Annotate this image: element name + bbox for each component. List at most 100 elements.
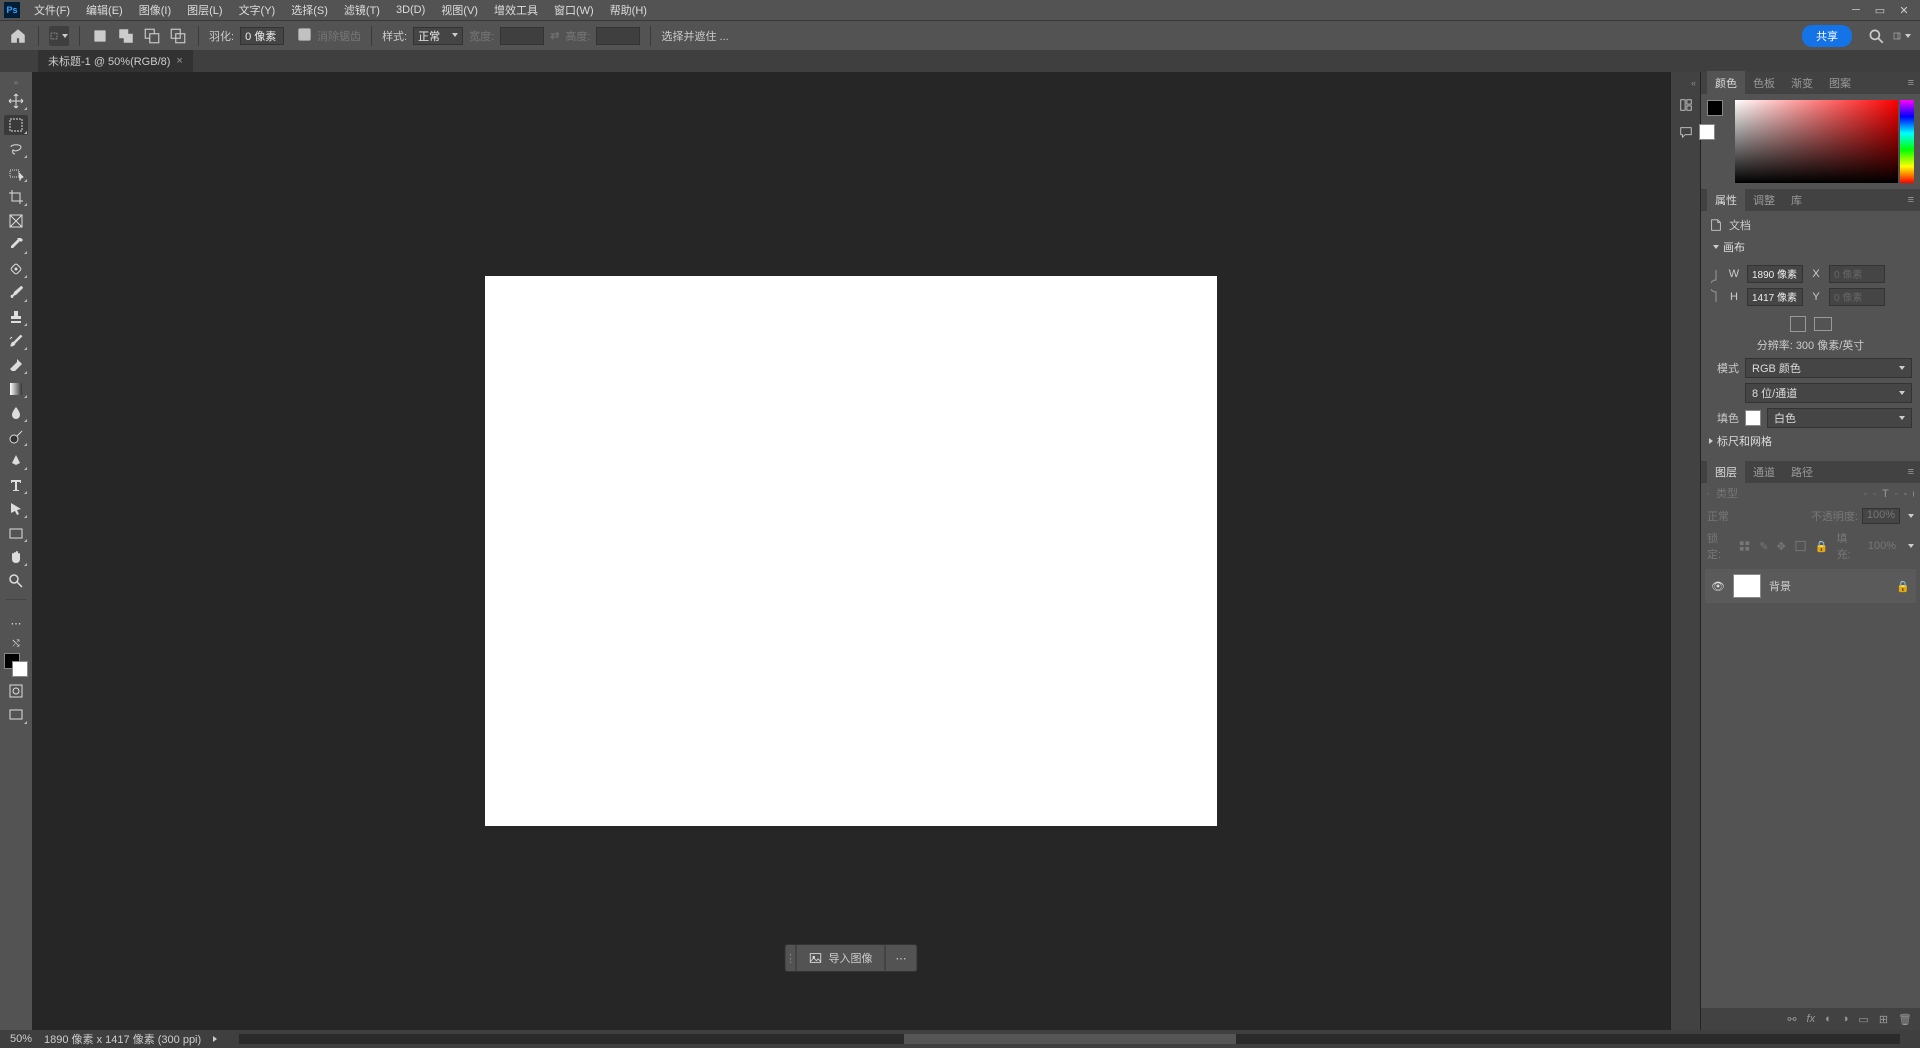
selection-add-icon[interactable] (116, 26, 136, 46)
eyedropper-tool[interactable] (4, 235, 28, 255)
expand-panels-icon[interactable]: « (1691, 78, 1696, 88)
pen-tool[interactable] (4, 451, 28, 471)
import-image-button[interactable]: 导入图像 (796, 945, 886, 971)
crop-tool[interactable] (4, 187, 28, 207)
home-icon[interactable] (8, 26, 28, 46)
quick-select-tool[interactable] (4, 163, 28, 183)
dodge-tool[interactable] (4, 427, 28, 447)
visibility-icon[interactable]: 👁 (1711, 580, 1725, 593)
background-swatch[interactable] (1699, 124, 1715, 140)
hue-slider[interactable] (1900, 100, 1914, 183)
filter-toggle-icon[interactable] (1913, 491, 1914, 497)
lock-icon[interactable]: 🔒 (1896, 580, 1910, 593)
drag-grip-icon[interactable]: ⋮ (786, 945, 796, 971)
quick-mask-icon[interactable] (4, 681, 28, 701)
foreground-swatch[interactable] (1707, 100, 1723, 116)
minimize-button[interactable]: ─ (1844, 4, 1868, 16)
eraser-tool[interactable] (4, 355, 28, 375)
gradient-tool[interactable] (4, 379, 28, 399)
lock-artboard-icon[interactable] (1794, 539, 1807, 553)
layers-panel-menu-icon[interactable]: ≡ (1902, 466, 1920, 478)
lasso-tool[interactable] (4, 139, 28, 159)
path-select-tool[interactable] (4, 499, 28, 519)
maximize-button[interactable]: ▭ (1868, 4, 1892, 17)
brush-tool[interactable] (4, 283, 28, 303)
lock-position-icon[interactable]: ✥ (1777, 540, 1786, 553)
tab-adjustments[interactable]: 调整 (1745, 188, 1783, 212)
menu-image[interactable]: 图像(I) (131, 2, 179, 18)
filter-type-icon[interactable]: T (1882, 488, 1889, 500)
lock-pixels-icon[interactable] (1738, 539, 1751, 553)
workspace-icon[interactable] (1892, 26, 1912, 46)
delete-layer-icon[interactable]: 🗑 (1898, 1013, 1912, 1026)
mask-icon[interactable]: ◐ (1825, 1013, 1832, 1025)
marquee-tool[interactable] (4, 115, 28, 135)
filter-pixel-icon[interactable] (1864, 487, 1867, 501)
color-swap-icon[interactable]: ⤭ (4, 637, 28, 649)
healing-tool[interactable] (4, 259, 28, 279)
fx-icon[interactable]: fx (1807, 1013, 1816, 1025)
zoom-level[interactable]: 50% (10, 1033, 32, 1045)
frame-tool[interactable] (4, 211, 28, 231)
menu-layer[interactable]: 图层(L) (179, 2, 230, 18)
menu-select[interactable]: 选择(S) (283, 2, 336, 18)
feather-input[interactable]: 0 像素 (240, 27, 284, 45)
menu-window[interactable]: 窗口(W) (546, 2, 602, 18)
ruler-section-header[interactable]: 标尺和网格 (1709, 433, 1912, 449)
color-panel-menu-icon[interactable]: ≡ (1902, 77, 1920, 89)
search-icon[interactable] (1866, 26, 1886, 46)
lock-all-icon[interactable]: 🔒 (1815, 540, 1829, 553)
mode-select[interactable]: RGB 颜色 (1745, 358, 1912, 378)
lock-brush-icon[interactable]: ✎ (1759, 540, 1768, 553)
menu-filter[interactable]: 滤镜(T) (336, 2, 388, 18)
tab-properties[interactable]: 属性 (1707, 188, 1745, 212)
history-brush-tool[interactable] (4, 331, 28, 351)
canvas-area[interactable]: ⋮ 导入图像 ⋯ (32, 72, 1670, 1030)
menu-3d[interactable]: 3D(D) (388, 4, 433, 16)
selection-intersect-icon[interactable] (168, 26, 188, 46)
collapse-tools-icon[interactable]: » (14, 78, 18, 87)
new-layer-icon[interactable]: ⊞ (1879, 1013, 1888, 1026)
menu-help[interactable]: 帮助(H) (602, 2, 655, 18)
document-tab[interactable]: 未标题-1 @ 50%(RGB/8) × (38, 50, 193, 72)
width-input[interactable]: 1890 像素 (1747, 265, 1803, 283)
marquee-tool-icon[interactable] (49, 26, 69, 46)
selection-new-icon[interactable] (90, 26, 110, 46)
history-panel-icon[interactable] (1679, 98, 1693, 115)
foreground-background-colors[interactable] (4, 653, 28, 677)
filter-shape-icon[interactable] (1895, 487, 1898, 501)
horizontal-scrollbar[interactable] (239, 1034, 1900, 1044)
group-icon[interactable]: ▭ (1858, 1013, 1868, 1026)
fill-swatch[interactable] (1745, 410, 1761, 426)
select-and-mask-button[interactable]: 选择并遮住 ... (661, 28, 728, 44)
properties-panel-menu-icon[interactable]: ≡ (1902, 194, 1920, 206)
style-select[interactable]: 正常 (413, 27, 463, 45)
hand-tool[interactable] (4, 547, 28, 567)
blur-tool[interactable] (4, 403, 28, 423)
document-dimensions[interactable]: 1890 像素 x 1417 像素 (300 ppi) (44, 1031, 201, 1047)
comments-panel-icon[interactable] (1679, 125, 1693, 142)
move-tool[interactable] (4, 91, 28, 111)
selection-subtract-icon[interactable] (142, 26, 162, 46)
canvas[interactable] (485, 276, 1217, 826)
shape-tool[interactable] (4, 523, 28, 543)
color-field[interactable] (1735, 100, 1898, 183)
close-button[interactable]: ✕ (1892, 4, 1916, 17)
menu-type[interactable]: 文字(Y) (231, 2, 284, 18)
import-more-icon[interactable]: ⋯ (886, 947, 917, 970)
zoom-tool[interactable] (4, 571, 28, 591)
screen-mode-icon[interactable] (4, 705, 28, 725)
menu-enhance[interactable]: 增效工具 (486, 2, 546, 18)
menu-file[interactable]: 文件(F) (26, 2, 78, 18)
layer-thumbnail[interactable] (1733, 574, 1761, 598)
layer-name[interactable]: 背景 (1769, 578, 1791, 594)
orientation-landscape-icon[interactable] (1814, 317, 1832, 331)
close-tab-icon[interactable]: × (176, 55, 182, 67)
depth-select[interactable]: 8 位/通道 (1745, 383, 1912, 403)
tab-color[interactable]: 颜色 (1707, 71, 1745, 95)
stamp-tool[interactable] (4, 307, 28, 327)
adjustment-layer-icon[interactable]: ◑ (1842, 1013, 1849, 1025)
menu-edit[interactable]: 编辑(E) (78, 2, 131, 18)
layer-row-background[interactable]: 👁 背景 🔒 (1705, 569, 1916, 603)
tab-patterns[interactable]: 图案 (1821, 71, 1859, 95)
